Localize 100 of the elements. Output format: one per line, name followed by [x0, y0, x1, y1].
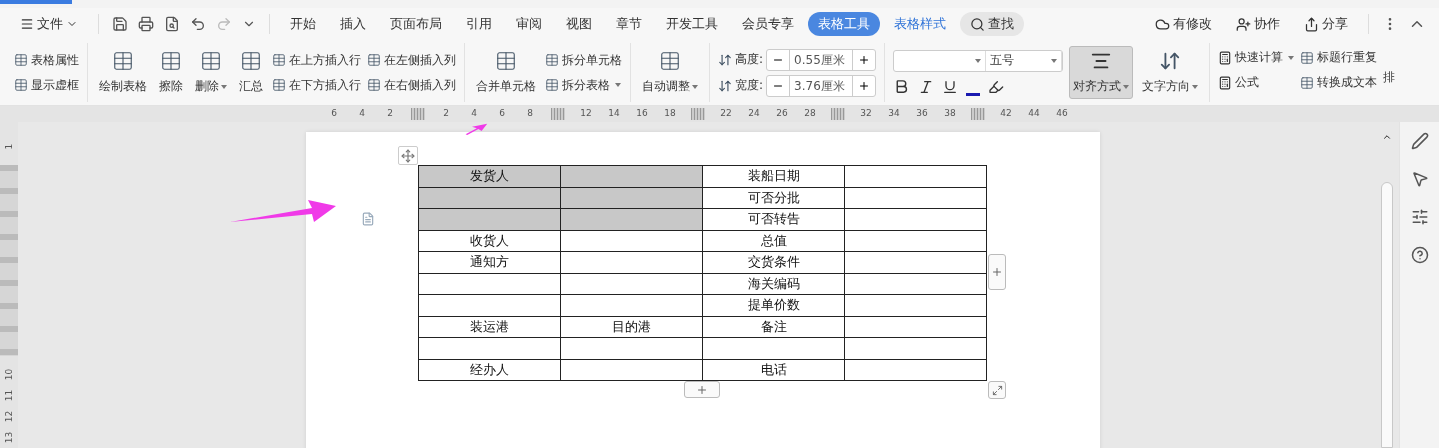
- ruler-number: 6: [498, 108, 506, 120]
- ribbon-button[interactable]: 绘制表格: [96, 47, 150, 98]
- plus-icon: [858, 79, 871, 92]
- table-cell: 经办人: [418, 359, 561, 381]
- modified-button[interactable]: 有修改: [1145, 12, 1222, 36]
- menu-tab[interactable]: 开发工具: [656, 12, 728, 36]
- ruler-number: 32: [859, 108, 873, 120]
- help-icon[interactable]: [1410, 246, 1429, 264]
- ribbon-button[interactable]: 公式: [1218, 74, 1295, 91]
- ruler-marker[interactable]: [691, 108, 705, 120]
- table-icon: [367, 78, 381, 92]
- stepper-field[interactable]: 0.55厘米: [766, 48, 877, 71]
- ruler-marker[interactable]: [551, 108, 565, 120]
- scrollbar-thumb[interactable]: [1381, 182, 1393, 448]
- table-icon: [545, 53, 559, 67]
- ruler-number: 12: [579, 108, 593, 120]
- menu-tab[interactable]: 表格样式: [884, 12, 956, 36]
- ruler-number: 2: [442, 108, 450, 120]
- scroll-up-icon[interactable]: [1382, 132, 1392, 142]
- calculator-icon: [1218, 50, 1233, 65]
- ribbon-button[interactable]: 在上方插入行: [272, 51, 361, 69]
- ribbon-button[interactable]: 删除: [192, 47, 230, 98]
- ruler-marker[interactable]: [411, 108, 425, 120]
- user-icon: [1236, 16, 1251, 32]
- ribbon-button[interactable]: 快速计算: [1218, 49, 1295, 66]
- file-menu[interactable]: 文件: [10, 12, 88, 36]
- menu-tab[interactable]: 章节: [606, 12, 652, 36]
- underline-icon[interactable]: [942, 78, 959, 95]
- ribbon-button[interactable]: 转换成文本: [1300, 74, 1378, 91]
- ribbon-button[interactable]: 排: [1383, 69, 1396, 86]
- ribbon-button[interactable]: 合并单元格: [473, 47, 539, 98]
- table-icon: [112, 50, 134, 72]
- pen-icon[interactable]: [1410, 132, 1429, 150]
- table-icon: [545, 78, 559, 92]
- ruler-number: 11: [3, 389, 15, 402]
- caret-icon: [1288, 55, 1295, 60]
- ruler-number: 42: [999, 108, 1013, 120]
- sliders-icon[interactable]: [1410, 208, 1429, 226]
- collaborate-button[interactable]: 协作: [1226, 12, 1290, 36]
- menu-tab[interactable]: 视图: [556, 12, 602, 36]
- ruler-number: 18: [663, 108, 677, 120]
- ribbon-button[interactable]: 在下方插入行: [272, 76, 361, 94]
- caret-icon: [975, 58, 982, 63]
- align-button[interactable]: 对齐方式: [1069, 46, 1134, 99]
- table-icon: [14, 53, 28, 67]
- caret-icon: [1051, 58, 1058, 63]
- search-button[interactable]: 查找: [960, 12, 1024, 36]
- ruler-number: 34: [887, 108, 901, 120]
- ribbon-button[interactable]: 在左侧插入列: [367, 51, 456, 69]
- ribbon-button[interactable]: 擦除: [156, 47, 186, 98]
- ruler-marker[interactable]: [831, 108, 845, 120]
- ruler-number: 4: [470, 108, 478, 120]
- ruler-number: 12: [3, 410, 15, 423]
- resize-handle[interactable]: [988, 381, 1006, 399]
- menu-tab[interactable]: 引用: [456, 12, 502, 36]
- ribbon-button[interactable]: 拆分表格: [545, 76, 622, 94]
- ruler-number: 36: [915, 108, 929, 120]
- ribbon-button[interactable]: 自动调整: [639, 47, 701, 98]
- menu-tab[interactable]: 审阅: [506, 12, 552, 36]
- menu-tab[interactable]: 表格工具: [808, 12, 880, 36]
- table-icon: [1300, 50, 1315, 65]
- stepper-field[interactable]: 3.76厘米: [766, 74, 877, 97]
- text-direction-button[interactable]: 文字方向: [1139, 47, 1202, 98]
- ruler-number: 46: [1055, 108, 1069, 120]
- caret-icon: [615, 83, 621, 87]
- ribbon-button[interactable]: 显示虚框: [14, 76, 79, 94]
- ruler-number: 24: [747, 108, 761, 120]
- share-icon: [1304, 16, 1319, 32]
- search-icon: [970, 16, 985, 32]
- ribbon-button[interactable]: 拆分单元格: [545, 51, 622, 69]
- highlighter-icon[interactable]: [988, 78, 1005, 95]
- ribbon-button[interactable]: 汇总: [236, 47, 266, 98]
- table-icon: [160, 50, 182, 72]
- ribbon-button[interactable]: 在右侧插入列: [367, 76, 456, 94]
- ruler-marker[interactable]: [971, 108, 985, 120]
- share-button[interactable]: 分享: [1294, 12, 1358, 36]
- caret-icon: [1123, 84, 1130, 89]
- ruler-number: 13: [3, 431, 15, 444]
- caret-icon: [1192, 84, 1199, 89]
- table-icon: [272, 53, 286, 67]
- ribbon-button[interactable]: 标题行重复: [1300, 49, 1378, 66]
- ruler-number: 22: [719, 108, 733, 120]
- table-icon: [1300, 75, 1315, 90]
- menu-tab[interactable]: 会员专享: [732, 12, 804, 36]
- cursor-icon[interactable]: [1410, 170, 1429, 188]
- ruler-number: 2: [386, 108, 394, 120]
- ruler-number: 6: [330, 108, 338, 120]
- menu-tab[interactable]: 页面布局: [380, 12, 452, 36]
- menu-tab[interactable]: 插入: [330, 12, 376, 36]
- ribbon-button[interactable]: 表格属性: [14, 51, 79, 69]
- ruler-number: 16: [635, 108, 649, 120]
- ruler-number: 8: [526, 108, 534, 120]
- move-handle-icon[interactable]: [398, 146, 418, 165]
- table-icon: [240, 50, 262, 72]
- table-icon: [200, 50, 222, 72]
- ruler-number: 10: [3, 368, 15, 381]
- cloud-icon: [1155, 16, 1170, 32]
- plus-icon: [696, 383, 708, 396]
- table-cell: 装船日期: [702, 165, 845, 187]
- menu-tab[interactable]: 开始: [280, 12, 326, 36]
